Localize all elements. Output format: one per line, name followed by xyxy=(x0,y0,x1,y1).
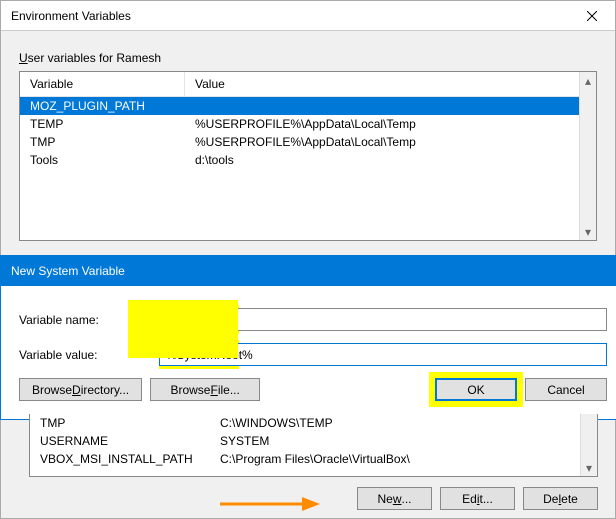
edit-button[interactable]: Edit... xyxy=(440,487,515,510)
dialog-titlebar: New System Variable xyxy=(1,256,616,286)
list-row[interactable]: TMP C:\WINDOWS\TEMP xyxy=(30,414,597,432)
cell-value: SYSTEM xyxy=(210,432,597,450)
window-titlebar: Environment Variables xyxy=(1,1,615,31)
window-close-button[interactable] xyxy=(569,1,615,31)
new-button[interactable]: New... xyxy=(357,487,432,510)
list-row[interactable]: USERNAME SYSTEM xyxy=(30,432,597,450)
user-variables-group: User variables for Ramesh Variable Value… xyxy=(19,51,597,241)
list-row[interactable]: TMP %USERPROFILE%\AppData\Local\Temp xyxy=(20,133,596,151)
list-row[interactable]: Tools d:\tools xyxy=(20,151,596,169)
variable-value-label: Variable value: xyxy=(19,348,159,362)
user-variables-list[interactable]: Variable Value MOZ_PLUGIN_PATH TEMP %USE… xyxy=(19,71,597,241)
user-variables-label: User variables for Ramesh xyxy=(19,51,597,65)
delete-button[interactable]: Delete xyxy=(523,487,598,510)
cell-value: %USERPROFILE%\AppData\Local\Temp xyxy=(185,133,596,151)
scroll-up-icon[interactable]: ▴ xyxy=(585,72,591,89)
list-header: Variable Value xyxy=(20,72,596,97)
cell-variable: VBOX_MSI_INSTALL_PATH xyxy=(30,450,210,468)
scroll-down-icon[interactable]: ▾ xyxy=(586,459,592,476)
cell-value: C:\WINDOWS\TEMP xyxy=(210,414,597,432)
variable-name-input[interactable] xyxy=(159,308,607,331)
list-row[interactable]: VBOX_MSI_INSTALL_PATH C:\Program Files\O… xyxy=(30,450,597,468)
cancel-button[interactable]: Cancel xyxy=(525,378,607,401)
variable-value-input[interactable] xyxy=(159,343,607,366)
window-title: Environment Variables xyxy=(11,9,131,23)
scroll-down-icon[interactable]: ▾ xyxy=(585,223,591,240)
column-header-variable[interactable]: Variable xyxy=(20,72,185,96)
cell-value: C:\Program Files\Oracle\VirtualBox\ xyxy=(210,450,597,468)
cell-variable: TMP xyxy=(20,133,185,151)
column-header-value[interactable]: Value xyxy=(185,72,596,96)
new-system-variable-dialog: New System Variable Variable name: Varia… xyxy=(0,255,616,420)
cell-value: %USERPROFILE%\AppData\Local\Temp xyxy=(185,115,596,133)
cell-variable: TEMP xyxy=(20,115,185,133)
browse-file-button[interactable]: Browse File... xyxy=(150,378,260,401)
dialog-title: New System Variable xyxy=(11,264,125,278)
cell-variable: USERNAME xyxy=(30,432,210,450)
ok-button[interactable]: OK xyxy=(435,378,517,401)
cell-variable: TMP xyxy=(30,414,210,432)
scrollbar[interactable]: ▴ ▾ xyxy=(579,72,596,240)
scrollbar[interactable]: ▾ xyxy=(580,414,597,476)
cell-variable: MOZ_PLUGIN_PATH xyxy=(20,97,185,115)
cell-value: d:\tools xyxy=(185,151,596,169)
browse-directory-button[interactable]: Browse Directory... xyxy=(19,378,142,401)
system-variables-list-tail[interactable]: TMP C:\WINDOWS\TEMP USERNAME SYSTEM VBOX… xyxy=(29,414,598,477)
close-icon xyxy=(587,11,597,21)
variable-name-label: Variable name: xyxy=(19,313,159,327)
cell-variable: Tools xyxy=(20,151,185,169)
cell-value xyxy=(185,97,596,115)
system-vars-button-row: New... Edit... Delete xyxy=(18,487,598,510)
list-row[interactable]: TEMP %USERPROFILE%\AppData\Local\Temp xyxy=(20,115,596,133)
list-row[interactable]: MOZ_PLUGIN_PATH xyxy=(20,97,596,115)
